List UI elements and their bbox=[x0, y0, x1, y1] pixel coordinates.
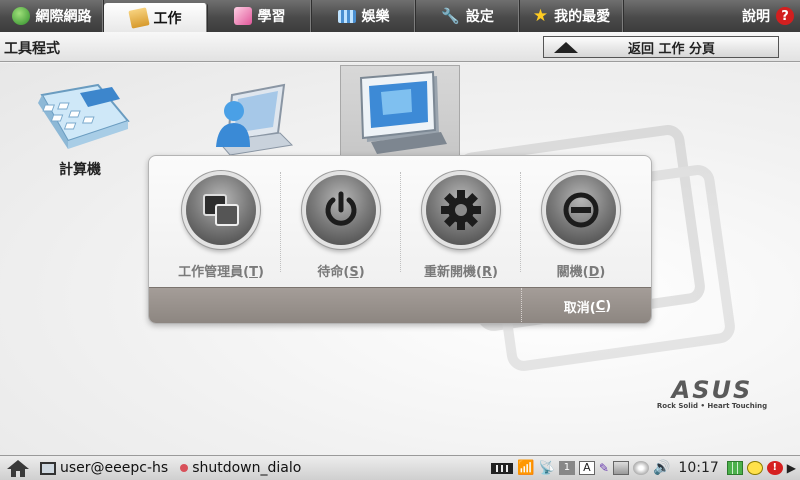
restart-button[interactable]: 重新開機(R) bbox=[401, 156, 521, 287]
power-icon bbox=[306, 175, 376, 245]
film-icon bbox=[337, 9, 356, 23]
help-button[interactable]: 說明 ? bbox=[742, 0, 800, 32]
arrow-right-icon[interactable]: ▶ bbox=[787, 461, 796, 475]
shutdown-icon bbox=[546, 175, 616, 245]
pencil-icon bbox=[233, 7, 252, 25]
shutdown-dialog: 工作管理員(T) 待命(S) 重新開機(R) 關機(D) 取消(C) bbox=[148, 155, 652, 324]
restart-label: 重新開機(R) bbox=[424, 265, 498, 280]
tab-label: 學習 bbox=[257, 9, 286, 25]
tab-label: 設定 bbox=[465, 9, 494, 25]
storage-icon[interactable] bbox=[612, 461, 629, 475]
folder-icon bbox=[127, 6, 150, 29]
app-calculator[interactable]: 計算機 bbox=[28, 81, 132, 179]
dialog-footer: 取消(C) bbox=[149, 287, 651, 323]
task-manager-icon bbox=[186, 175, 256, 245]
app-window-selected[interactable] bbox=[340, 65, 460, 161]
globe-icon bbox=[11, 7, 30, 25]
terminal-icon bbox=[40, 461, 56, 475]
tab-label: 我的最愛 bbox=[554, 9, 611, 25]
window-icon bbox=[359, 70, 447, 154]
tab-internet[interactable]: 網際網路 bbox=[0, 0, 104, 32]
tab-label: 網際網路 bbox=[35, 9, 92, 25]
wrench-icon: 🔧 bbox=[441, 7, 460, 25]
dialog-icon bbox=[180, 464, 189, 472]
taskbar-window-label: user@eeepc-hs bbox=[60, 460, 169, 476]
user-laptop-icon bbox=[216, 83, 294, 156]
taskbar-window-terminal[interactable]: user@eeepc-hs bbox=[36, 456, 172, 480]
smiley-icon[interactable] bbox=[746, 461, 763, 475]
standby-button[interactable]: 待命(S) bbox=[281, 156, 401, 287]
grid-app-icon[interactable] bbox=[726, 461, 743, 475]
shutdown-label: 關機(D) bbox=[556, 265, 606, 280]
tab-learning[interactable]: 學習 bbox=[208, 0, 312, 32]
top-tab-bar: 網際網路 工作 學習 娛樂 🔧 設定 ★ 我的最愛 說明 ? bbox=[0, 0, 800, 32]
help-icon: ? bbox=[776, 7, 794, 25]
taskbar-window-shutdown-dialog[interactable]: shutdown_dialo bbox=[176, 456, 305, 480]
home-button[interactable] bbox=[0, 456, 36, 480]
asus-tagline: Rock Solid • Heart Touching bbox=[656, 402, 768, 410]
section-bar: 工具程式 返回 工作 分頁 bbox=[0, 32, 800, 62]
standby-label: 待命(S) bbox=[317, 265, 365, 280]
app-label-calculator: 計算機 bbox=[59, 162, 101, 178]
cancel-button[interactable]: 取消(C) bbox=[521, 288, 651, 323]
asus-logo-text: ASUS bbox=[671, 376, 753, 404]
taskbar: user@eeepc-hs shutdown_dialo 📶 📡 1 A ✎ 🔊… bbox=[0, 455, 800, 480]
calculator-icon bbox=[38, 83, 130, 149]
help-label: 說明 bbox=[742, 9, 770, 25]
tab-entertainment[interactable]: 娛樂 bbox=[312, 0, 416, 32]
task-manager-label: 工作管理員(T) bbox=[178, 265, 264, 280]
pen-icon[interactable]: ✎ bbox=[599, 461, 609, 475]
system-tray: 📶 📡 1 A ✎ 🔊 10:17 ! ▶ bbox=[491, 456, 800, 480]
shutdown-button[interactable]: 關機(D) bbox=[521, 156, 641, 287]
app-user-laptop[interactable] bbox=[200, 81, 296, 161]
home-icon bbox=[7, 460, 29, 477]
back-label: 返回 工作 分頁 bbox=[628, 41, 716, 57]
asus-logo: ASUS Rock Solid • Heart Touching bbox=[656, 378, 768, 410]
tab-favorites[interactable]: ★ 我的最愛 bbox=[520, 0, 624, 32]
alert-icon[interactable]: ! bbox=[766, 461, 783, 475]
up-arrow-icon bbox=[554, 41, 578, 53]
section-title: 工具程式 bbox=[4, 41, 60, 57]
tab-settings[interactable]: 🔧 設定 bbox=[416, 0, 520, 32]
font-a-icon[interactable]: A bbox=[578, 461, 595, 475]
restart-gear-icon bbox=[426, 175, 496, 245]
battery-icon[interactable] bbox=[491, 462, 514, 474]
tab-work[interactable]: 工作 bbox=[104, 3, 208, 32]
tab-label: 工作 bbox=[153, 10, 182, 27]
disc-icon[interactable] bbox=[632, 461, 649, 475]
signal-icon[interactable]: 📡 bbox=[539, 461, 555, 476]
clock: 10:17 bbox=[678, 460, 719, 476]
star-icon: ★ bbox=[532, 6, 549, 26]
task-manager-button[interactable]: 工作管理員(T) bbox=[161, 156, 281, 287]
volume-icon[interactable]: 🔊 bbox=[653, 460, 670, 476]
tab-label: 娛樂 bbox=[361, 9, 390, 25]
back-to-work-button[interactable]: 返回 工作 分頁 bbox=[543, 36, 779, 58]
keyboard-1-icon[interactable]: 1 bbox=[558, 461, 575, 475]
wifi-icon[interactable]: 📶 bbox=[517, 460, 534, 476]
taskbar-window-label: shutdown_dialo bbox=[192, 460, 302, 476]
